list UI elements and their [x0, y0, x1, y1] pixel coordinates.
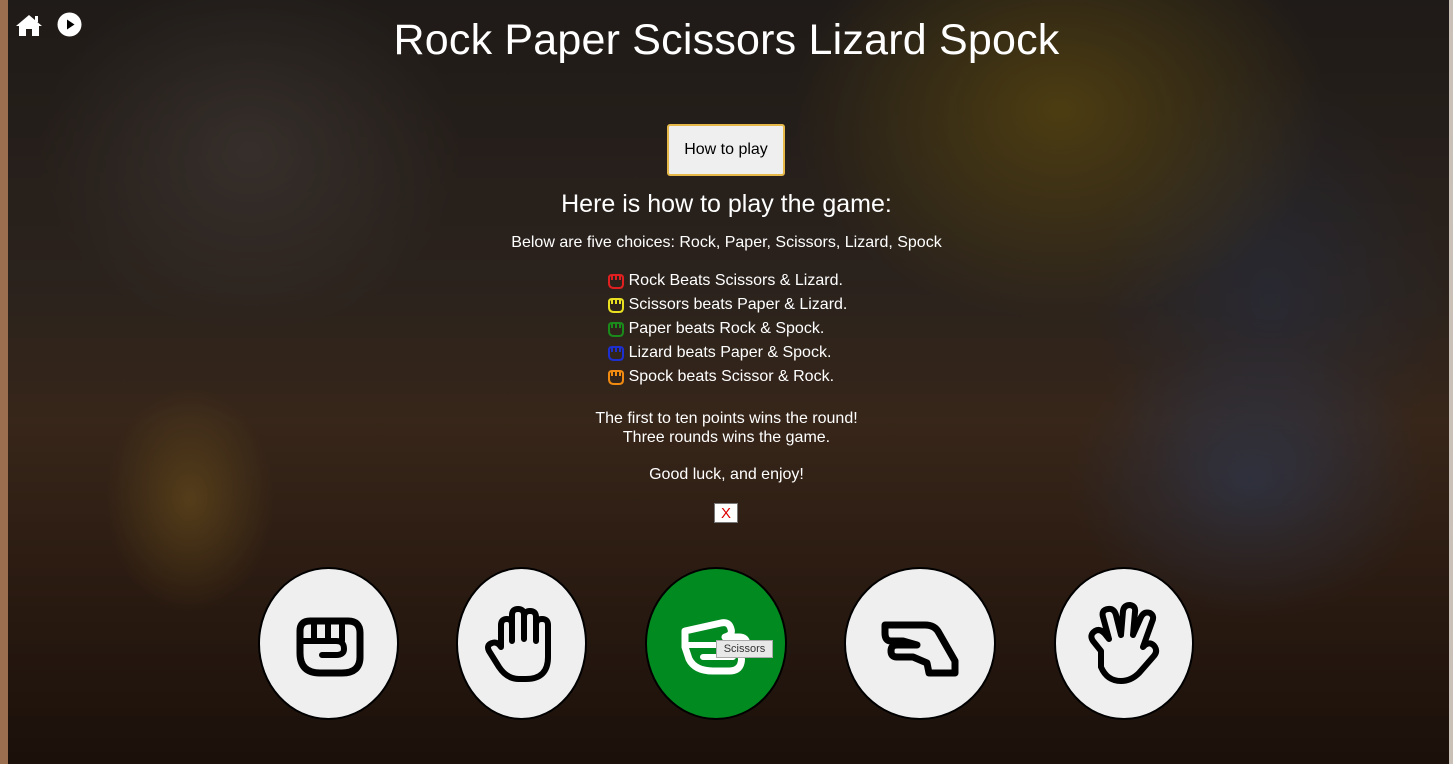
win-line-round: The first to ten points wins the round!	[595, 410, 858, 427]
hand-lizard-icon	[881, 621, 959, 676]
rule-text: Spock beats Scissor & Rock.	[628, 368, 835, 385]
rules-panel: Here is how to play the game: Below are …	[0, 190, 1453, 484]
rule-item-rock: Rock Beats Scissors & Lizard.	[606, 269, 848, 293]
hand-rock-icon	[296, 617, 363, 676]
hand-spock-icon	[607, 370, 624, 385]
how-to-play-button[interactable]: How to play	[667, 124, 785, 176]
page-title: Rock Paper Scissors Lizard Spock	[393, 16, 1060, 64]
hand-spock-icon	[1088, 601, 1160, 684]
rule-item-spock: Spock beats Scissor & Rock.	[606, 365, 848, 389]
scissors-tooltip: Scissors	[716, 640, 773, 658]
rule-text: Scissors beats Paper & Lizard.	[628, 296, 848, 313]
rules-heading: Here is how to play the game:	[561, 190, 892, 218]
good-luck-text: Good luck, and enjoy!	[649, 466, 804, 483]
hand-paper-icon	[484, 605, 551, 682]
rule-item-lizard: Lizard beats Paper & Spock.	[606, 341, 848, 365]
hand-paper-icon	[607, 322, 624, 337]
choice-spock-button[interactable]	[1054, 567, 1194, 720]
choice-lizard-button[interactable]	[844, 567, 996, 720]
rules-intro: Below are five choices: Rock, Paper, Sci…	[511, 234, 942, 251]
choice-paper-button[interactable]	[456, 567, 587, 720]
hand-scissors-icon	[607, 298, 624, 313]
choice-rock-button[interactable]	[258, 567, 399, 720]
hand-rock-icon	[607, 274, 624, 289]
rule-text: Lizard beats Paper & Spock.	[628, 344, 832, 361]
rules-list: Rock Beats Scissors & Lizard. Scissors b…	[606, 269, 848, 389]
hand-lizard-icon	[607, 346, 624, 361]
rule-text: Paper beats Rock & Spock.	[628, 320, 825, 337]
win-line-game: Three rounds wins the game.	[622, 429, 831, 446]
rule-item-scissors: Scissors beats Paper & Lizard.	[606, 293, 848, 317]
rule-text: Rock Beats Scissors & Lizard.	[628, 272, 843, 289]
close-rules-button[interactable]: X	[714, 503, 738, 523]
rule-item-paper: Paper beats Rock & Spock.	[606, 317, 848, 341]
win-condition: The first to ten points wins the round! …	[0, 409, 1453, 447]
